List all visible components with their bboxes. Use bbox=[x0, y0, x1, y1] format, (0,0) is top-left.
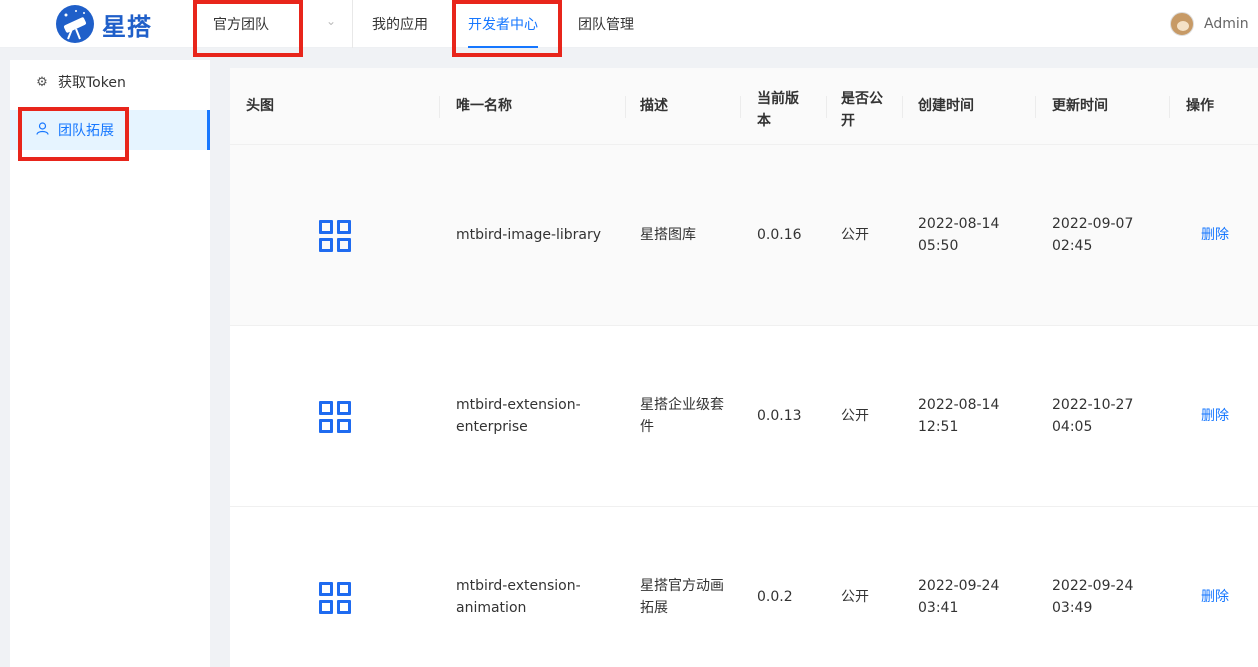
sidebar-item-label: 获取Token bbox=[58, 75, 126, 91]
nav-team-management[interactable]: 团队管理 bbox=[578, 14, 634, 34]
nav-developer-center[interactable]: 开发者中心 bbox=[468, 14, 538, 34]
cell-version: 0.0.2 bbox=[757, 589, 793, 605]
extension-table: 头图 唯一名称 描述 当前版 本 是否公 开 创建时间 更新时间 操作 mtbi… bbox=[230, 68, 1258, 667]
delete-link[interactable]: 删除 bbox=[1201, 586, 1229, 608]
col-header-avatar: 头图 bbox=[246, 98, 274, 114]
cell-updated: 2022-09-07 02:45 bbox=[1052, 216, 1134, 254]
cell-created: 2022-09-24 03:41 bbox=[918, 578, 1000, 616]
table-row[interactable]: mtbird-extension- enterprise 星搭企业级套 件 0.… bbox=[230, 326, 1258, 507]
cell-version: 0.0.16 bbox=[757, 227, 802, 243]
cell-created: 2022-08-14 12:51 bbox=[918, 397, 1000, 435]
grid-icon bbox=[319, 401, 351, 433]
table-header: 头图 唯一名称 描述 当前版 本 是否公 开 创建时间 更新时间 操作 bbox=[230, 68, 1258, 145]
gear-icon: ⚙ bbox=[36, 74, 48, 90]
cell-updated: 2022-09-24 03:49 bbox=[1052, 578, 1134, 616]
cell-name: mtbird-extension- animation bbox=[456, 578, 581, 616]
sidebar-item-get-token[interactable]: ⚙ 获取Token bbox=[10, 62, 210, 102]
col-header-public: 是否公 开 bbox=[841, 91, 883, 129]
col-header-created: 创建时间 bbox=[918, 98, 974, 114]
top-header: 星搭 官方团队 ⌄ 我的应用 开发者中心 团队管理 Admin bbox=[0, 0, 1258, 48]
cell-desc: 星搭图库 bbox=[640, 227, 696, 243]
sidebar-item-label: 团队拓展 bbox=[58, 123, 114, 139]
delete-link[interactable]: 删除 bbox=[1201, 405, 1229, 427]
grid-icon bbox=[319, 582, 351, 614]
col-header-version: 当前版 本 bbox=[757, 91, 799, 129]
sidebar: ⚙ 获取Token 团队拓展 bbox=[10, 60, 210, 667]
logo-text: 星搭 bbox=[102, 12, 152, 41]
nav-active-indicator bbox=[468, 46, 538, 48]
cell-public: 公开 bbox=[841, 408, 869, 424]
chevron-down-icon: ⌄ bbox=[326, 14, 337, 28]
telescope-logo-icon bbox=[56, 5, 94, 43]
cell-public: 公开 bbox=[841, 227, 869, 243]
col-header-actions: 操作 bbox=[1186, 98, 1214, 114]
table-row[interactable]: mtbird-extension- animation 星搭官方动画 拓展 0.… bbox=[230, 507, 1258, 667]
team-select[interactable]: 官方团队 ⌄ bbox=[196, 0, 353, 48]
cell-updated: 2022-10-27 04:05 bbox=[1052, 397, 1134, 435]
cell-desc: 星搭官方动画 拓展 bbox=[640, 578, 724, 616]
col-header-updated: 更新时间 bbox=[1052, 98, 1108, 114]
user-menu[interactable]: Admin bbox=[1170, 12, 1249, 36]
cell-public: 公开 bbox=[841, 589, 869, 605]
table-row[interactable]: mtbird-image-library 星搭图库 0.0.16 公开 2022… bbox=[230, 145, 1258, 326]
nav-my-apps[interactable]: 我的应用 bbox=[372, 14, 428, 34]
col-header-desc: 描述 bbox=[640, 98, 668, 114]
delete-link[interactable]: 删除 bbox=[1201, 224, 1229, 246]
cell-version: 0.0.13 bbox=[757, 408, 802, 424]
team-select-value: 官方团队 bbox=[213, 17, 269, 33]
cell-desc: 星搭企业级套 件 bbox=[640, 397, 724, 435]
col-header-name: 唯一名称 bbox=[456, 98, 512, 114]
user-icon bbox=[34, 121, 50, 139]
grid-icon bbox=[319, 220, 351, 252]
sidebar-item-team-extension[interactable]: 团队拓展 bbox=[10, 110, 210, 150]
user-name: Admin bbox=[1204, 16, 1249, 32]
avatar bbox=[1170, 12, 1194, 36]
cell-created: 2022-08-14 05:50 bbox=[918, 216, 1000, 254]
cell-name: mtbird-image-library bbox=[456, 227, 602, 243]
logo[interactable]: 星搭 bbox=[56, 5, 152, 43]
cell-name: mtbird-extension- enterprise bbox=[456, 397, 581, 435]
